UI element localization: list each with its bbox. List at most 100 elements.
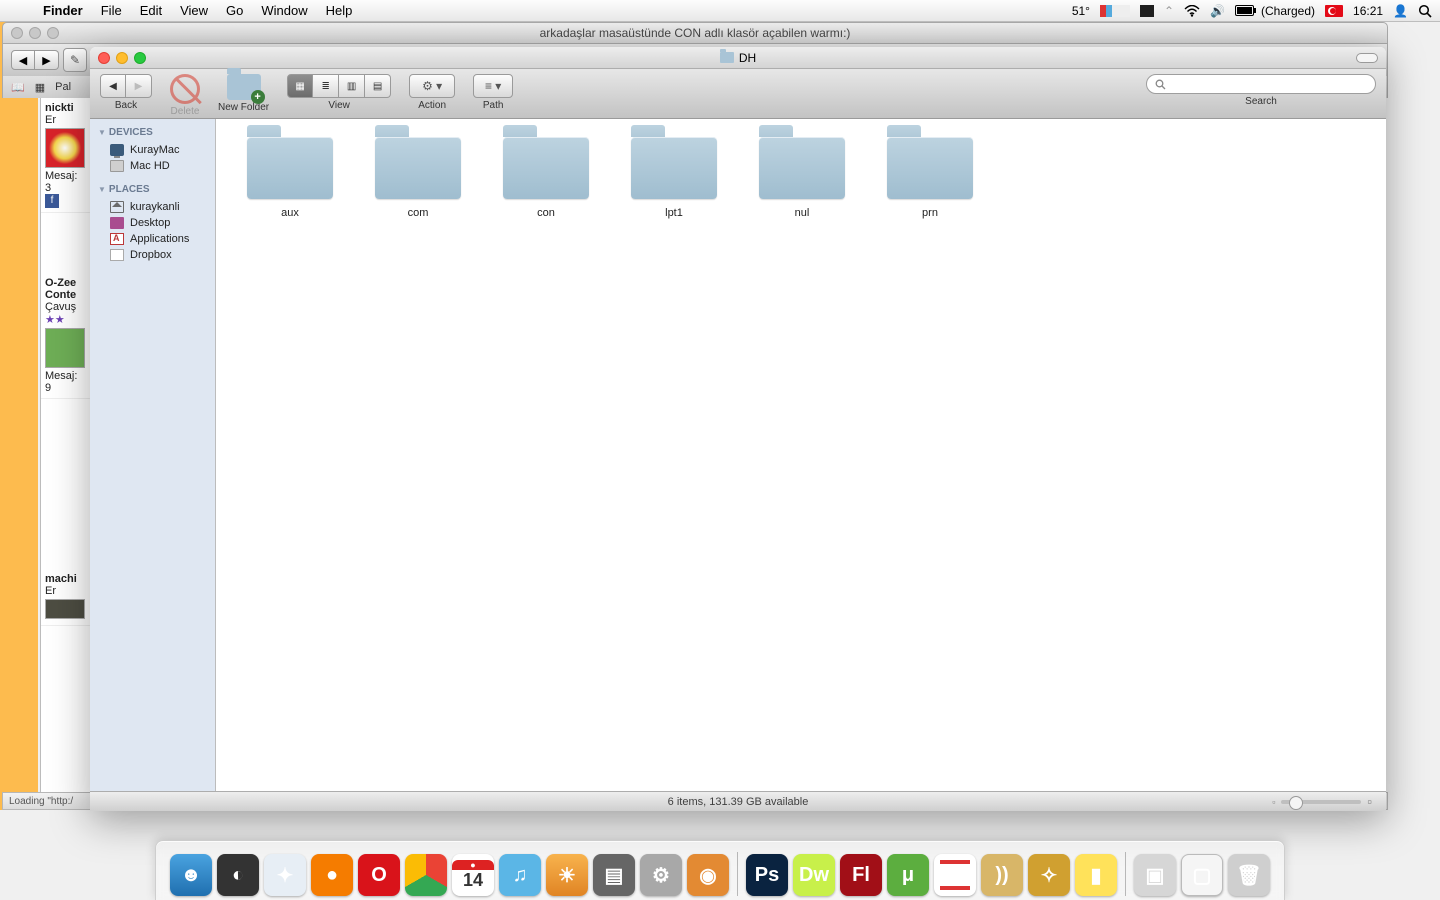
folder-lpt1[interactable]: lpt1 bbox=[610, 137, 738, 219]
safari-edit-button[interactable]: ✎ bbox=[63, 48, 87, 72]
menu-go[interactable]: Go bbox=[217, 0, 252, 21]
sidebar-desktop[interactable]: Desktop bbox=[90, 215, 215, 231]
icon-size-slider[interactable]: ▫ ▫ bbox=[1272, 794, 1372, 809]
home-icon bbox=[110, 201, 124, 213]
dock-flash[interactable]: Fl bbox=[840, 854, 882, 896]
finder-minimize-button[interactable] bbox=[116, 52, 128, 64]
imac-icon bbox=[110, 144, 124, 156]
dock-itunes[interactable]: ♫ bbox=[499, 854, 541, 896]
sidebar-home[interactable]: kuraykanli bbox=[90, 199, 215, 215]
finder-titlebar[interactable]: DH bbox=[90, 47, 1386, 69]
menu-view[interactable]: View bbox=[171, 0, 217, 21]
toolbar-toggle-button[interactable] bbox=[1356, 53, 1378, 63]
app-menu[interactable]: Finder bbox=[34, 0, 92, 21]
view-coverflow[interactable]: ▤ bbox=[365, 74, 391, 98]
menu-help[interactable]: Help bbox=[317, 0, 362, 21]
dock-separator bbox=[737, 852, 738, 896]
volume-icon[interactable]: 🔊 bbox=[1210, 4, 1225, 18]
facebook-icon[interactable]: f bbox=[45, 194, 59, 208]
folder-aux[interactable]: aux bbox=[226, 137, 354, 219]
battery-icon[interactable]: (Charged) bbox=[1235, 4, 1315, 18]
sidebar-device-kuraymac[interactable]: KurayMac bbox=[90, 142, 215, 158]
folder-icon bbox=[631, 137, 717, 199]
dock-stack-1[interactable]: ▣ bbox=[1134, 854, 1176, 896]
view-columns[interactable]: ▥ bbox=[339, 74, 365, 98]
dock-dashboard[interactable]: ◐ bbox=[217, 854, 259, 896]
back-button[interactable]: ◀ bbox=[100, 74, 126, 98]
folder-nul[interactable]: nul bbox=[738, 137, 866, 219]
dock-app-4[interactable]: ▮ bbox=[1075, 854, 1117, 896]
dock-photoshop[interactable]: Ps bbox=[746, 854, 788, 896]
finder-status-text: 6 items, 131.39 GB available bbox=[668, 796, 809, 808]
folder-con[interactable]: con bbox=[482, 137, 610, 219]
sidebar-device-machd[interactable]: Mac HD bbox=[90, 158, 215, 174]
forward-button[interactable]: ▶ bbox=[126, 74, 152, 98]
finder-icon-view[interactable]: aux com con lpt1 nul prn bbox=[216, 119, 1386, 791]
folder-icon bbox=[887, 137, 973, 199]
menu-window[interactable]: Window bbox=[252, 0, 316, 21]
istat-icon[interactable] bbox=[1100, 5, 1130, 17]
forum-avatar-2 bbox=[45, 328, 85, 368]
dock-ical[interactable]: ●14 bbox=[452, 854, 494, 896]
new-folder-button[interactable] bbox=[227, 74, 261, 100]
bluetooth-icon[interactable]: ⌃ bbox=[1164, 4, 1174, 18]
dock-stack-2[interactable]: ▢ bbox=[1181, 854, 1223, 896]
sidebar-applications[interactable]: Applications bbox=[90, 231, 215, 247]
safari-zoom-button[interactable] bbox=[47, 27, 59, 39]
forum-meta-2: Mesaj: 9 bbox=[45, 370, 77, 394]
menubar-clock[interactable]: 16:21 bbox=[1353, 4, 1383, 18]
wifi-icon[interactable] bbox=[1184, 5, 1200, 17]
view-icons[interactable]: ▦ bbox=[287, 74, 313, 98]
dock-preview[interactable]: ▤ bbox=[593, 854, 635, 896]
dock-opera[interactable]: O bbox=[358, 854, 400, 896]
sidebar-section-devices[interactable]: DEVICES bbox=[90, 123, 215, 142]
dock-trash[interactable]: 🗑 bbox=[1228, 854, 1270, 896]
folder-icon bbox=[375, 137, 461, 199]
dock-utorrent[interactable]: μ bbox=[887, 854, 929, 896]
dock-app-3[interactable]: ✧ bbox=[1028, 854, 1070, 896]
safari-titlebar[interactable]: arkadaşlar masaüstünde CON adlı klasör a… bbox=[2, 22, 1388, 44]
dropbox-menubar-icon[interactable] bbox=[1140, 5, 1154, 17]
topsites-icon[interactable]: ▦ bbox=[35, 81, 45, 94]
finder-window-title: DH bbox=[739, 51, 756, 65]
menubar-temp[interactable]: 51° bbox=[1072, 4, 1090, 18]
fast-user-switch-icon[interactable]: 👤 bbox=[1393, 4, 1408, 18]
desktop-icon bbox=[110, 217, 124, 229]
dock-app-2[interactable]: )) bbox=[981, 854, 1023, 896]
dock-finder[interactable]: ☻ bbox=[170, 854, 212, 896]
dock-iphoto[interactable]: ☀ bbox=[546, 854, 588, 896]
action-label: Action bbox=[418, 100, 446, 111]
sidebar-label: kuraykanli bbox=[130, 201, 180, 213]
finder-zoom-button[interactable] bbox=[134, 52, 146, 64]
bookmark-item[interactable]: Pal bbox=[55, 81, 71, 93]
dock-app-1[interactable] bbox=[934, 854, 976, 896]
menu-edit[interactable]: Edit bbox=[131, 0, 171, 21]
dock-firefox[interactable]: ● bbox=[311, 854, 353, 896]
folder-prn[interactable]: prn bbox=[866, 137, 994, 219]
dock-toast[interactable]: ◉ bbox=[687, 854, 729, 896]
delete-button[interactable] bbox=[170, 74, 200, 104]
path-button[interactable]: ≡ ▾ bbox=[473, 74, 513, 98]
dock-chrome[interactable] bbox=[405, 854, 447, 896]
search-input[interactable] bbox=[1146, 74, 1376, 94]
action-button[interactable]: ⚙ ▾ bbox=[409, 74, 455, 98]
bookmarks-icon[interactable]: 📖 bbox=[11, 81, 25, 94]
spotlight-icon[interactable] bbox=[1418, 4, 1432, 18]
safari-back-button[interactable]: ◀ bbox=[11, 50, 35, 70]
dock-dreamweaver[interactable]: Dw bbox=[793, 854, 835, 896]
safari-close-button[interactable] bbox=[11, 27, 23, 39]
safari-page-content[interactable]: nickti Er Mesaj: 3 f O-Zee Conte Çavuş ★… bbox=[40, 98, 90, 810]
dock-system-preferences[interactable]: ⚙ bbox=[640, 854, 682, 896]
sidebar-section-places[interactable]: PLACES bbox=[90, 180, 215, 199]
menu-file[interactable]: File bbox=[92, 0, 131, 21]
safari-forward-button[interactable]: ▶ bbox=[35, 50, 59, 70]
view-list[interactable]: ≣ bbox=[313, 74, 339, 98]
sidebar-dropbox[interactable]: Dropbox bbox=[90, 247, 215, 263]
safari-minimize-button[interactable] bbox=[29, 27, 41, 39]
folder-com[interactable]: com bbox=[354, 137, 482, 219]
input-source-flag-icon[interactable] bbox=[1325, 5, 1343, 17]
dock-safari[interactable]: ✦ bbox=[264, 854, 306, 896]
safari-loading-text: Loading "http:/ bbox=[9, 796, 73, 807]
finder-close-button[interactable] bbox=[98, 52, 110, 64]
finder-sidebar: DEVICES KurayMac Mac HD PLACES kuraykanl… bbox=[90, 119, 216, 791]
